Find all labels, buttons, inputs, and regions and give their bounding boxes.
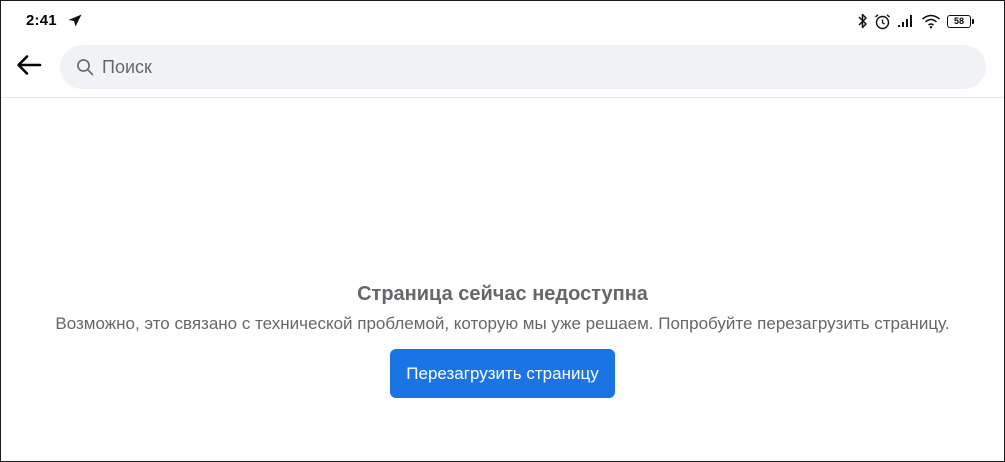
error-panel: Страница сейчас недоступна Возможно, это… bbox=[1, 281, 1004, 398]
error-title: Страница сейчас недоступна bbox=[357, 283, 648, 305]
error-message: Возможно, это связано с технической проб… bbox=[55, 314, 950, 333]
battery-level: 58 bbox=[947, 14, 971, 28]
search-bar[interactable] bbox=[60, 45, 986, 89]
bluetooth-icon bbox=[858, 13, 868, 29]
back-arrow-icon bbox=[16, 54, 42, 81]
navigation-arrow-icon bbox=[68, 14, 82, 27]
search-header bbox=[1, 41, 1004, 98]
reload-page-button[interactable]: Перезагрузить страницу bbox=[390, 349, 615, 398]
battery-icon: 58 bbox=[947, 14, 974, 28]
status-bar: 2:41 58 bbox=[1, 1, 1004, 41]
status-icons: 58 bbox=[858, 12, 974, 30]
signal-icon bbox=[897, 14, 915, 28]
wifi-icon bbox=[921, 14, 941, 29]
back-button[interactable] bbox=[13, 51, 45, 83]
alarm-icon bbox=[874, 13, 891, 30]
search-input[interactable] bbox=[100, 46, 986, 88]
app-screen: 2:41 58 Поиск Страница сейчас недоступна… bbox=[0, 0, 1005, 462]
search-icon bbox=[76, 58, 94, 76]
status-time: 2:41 bbox=[26, 12, 57, 29]
